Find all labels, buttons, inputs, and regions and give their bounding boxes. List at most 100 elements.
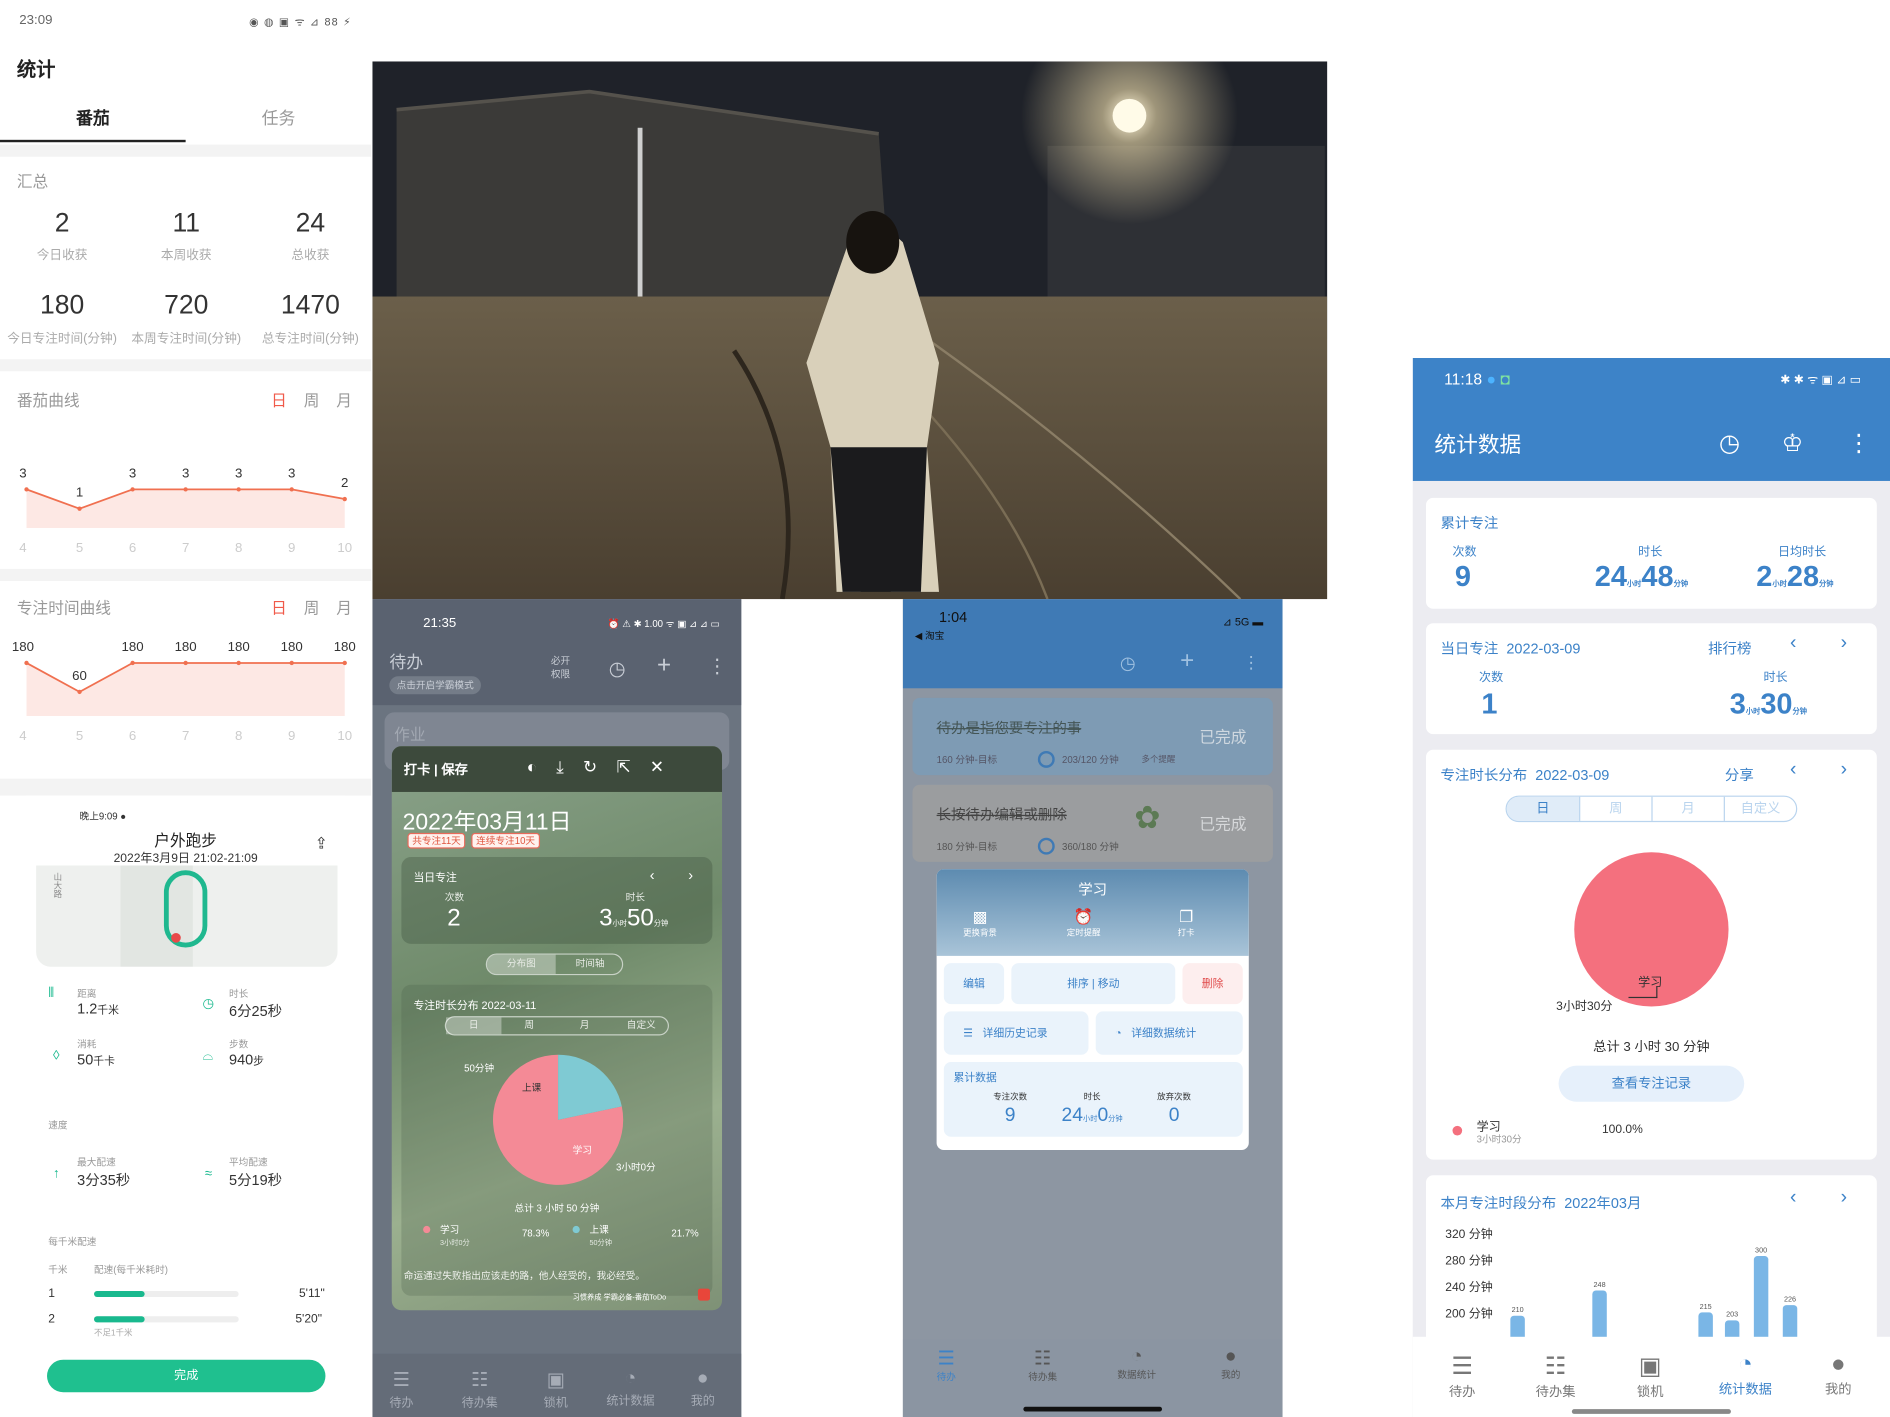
clock-icon[interactable]: ◷ <box>609 657 626 681</box>
prev-icon[interactable]: ‹ <box>1790 633 1796 655</box>
clock-icon[interactable]: ◷ <box>1719 428 1740 458</box>
change-bg-action[interactable]: ▩ 更换背景 <box>963 908 997 939</box>
study-mode-hint[interactable]: 点击开启学霸模式 <box>389 676 481 695</box>
user-icon: ● <box>696 1368 709 1389</box>
seg-timeline[interactable]: 时间轴 <box>556 955 625 974</box>
period-month[interactable]: 月 <box>557 1017 612 1034</box>
nav-todo[interactable]: ☰ 待办 <box>389 1368 413 1411</box>
prev-icon[interactable]: ‹ <box>1790 759 1796 781</box>
nav-todo-set[interactable]: ☷ 待办集 <box>462 1368 498 1411</box>
share-link[interactable]: 分享 <box>1725 764 1754 784</box>
accumulated-card: 累计数据 专注次数 时长 放弃次数 9 24小时0分钟 0 <box>943 1061 1243 1137</box>
badge-total-days: 共专注11天 <box>407 832 466 849</box>
acc-label: 时长 <box>1083 1093 1101 1102</box>
todo-item[interactable]: 长按待办编辑或删除 180 分钟-目标 360/180 分钟 ✿ 已完成 <box>912 784 1273 862</box>
download-icon[interactable]: ⤓ <box>556 757 583 776</box>
next-icon[interactable]: › <box>1841 1187 1847 1209</box>
period-custom[interactable]: 自定义 <box>612 1017 670 1034</box>
next-icon[interactable]: › <box>688 867 693 884</box>
clock-icon[interactable]: ◷ <box>1120 652 1136 673</box>
checkin-action[interactable]: ❐ 打卡 <box>1178 908 1195 939</box>
legend-percent: 78.3% <box>521 1228 550 1240</box>
nav-lock[interactable]: ▣ 锁机 <box>544 1368 568 1411</box>
nav-todo-set[interactable]: ☷ 待办集 <box>1028 1346 1057 1383</box>
field-label: 最大配速 <box>77 1157 116 1169</box>
next-icon[interactable]: › <box>1841 759 1847 781</box>
period-week[interactable]: 周 <box>1579 796 1651 821</box>
x-tick-label: 8 <box>235 540 242 555</box>
period-switch[interactable]: 日周月 <box>254 388 352 411</box>
nav-stats[interactable]: ◔ 统计数据 <box>1719 1351 1772 1398</box>
period-day[interactable]: 日 <box>271 599 287 617</box>
legend-percent: 21.7% <box>671 1228 699 1240</box>
period-month[interactable]: 月 <box>336 599 352 617</box>
pie-icon: ◔ <box>1114 1027 1122 1040</box>
status-time: 23:09 <box>19 13 53 28</box>
history-button[interactable]: ☰ 详细历史记录 <box>943 1011 1089 1055</box>
more-icon[interactable]: ⋮ <box>708 655 727 679</box>
nav-todo[interactable]: ☰ 待办 <box>937 1346 956 1383</box>
contrast-icon[interactable]: ◐ <box>527 757 556 776</box>
todo-progress: 203/120 分钟 <box>1061 754 1119 766</box>
timer-reminder-action[interactable]: ⏰ 定时提醒 <box>1067 908 1101 939</box>
period-tabs[interactable]: 日 周 月 自定义 <box>1505 795 1798 823</box>
pace-header: 千米 <box>48 1264 68 1276</box>
data-point <box>342 496 347 502</box>
period-day[interactable]: 日 <box>1506 796 1580 821</box>
permission-label[interactable]: 必开 权限 <box>551 655 570 682</box>
close-icon[interactable]: ✕ <box>650 757 683 776</box>
prev-icon[interactable]: ‹ <box>650 867 655 884</box>
tab-pomodoro[interactable]: 番茄 <box>0 106 186 130</box>
stat-label: 今日专注时间(分钟) <box>7 331 117 346</box>
period-week[interactable]: 周 <box>501 1017 556 1034</box>
period-day[interactable]: 日 <box>271 392 287 410</box>
tab-tasks[interactable]: 任务 <box>186 106 372 130</box>
period-switch[interactable]: 日周月 <box>254 595 352 618</box>
more-icon[interactable]: ⋮ <box>1847 428 1871 458</box>
pie-label: 3小时0分 <box>615 1162 656 1173</box>
next-icon[interactable]: › <box>1841 633 1847 655</box>
period-custom[interactable]: 自定义 <box>1723 796 1796 821</box>
view-switch[interactable]: 分布图 时间轴 <box>485 953 625 976</box>
bar-label: 300 <box>1755 1245 1767 1254</box>
back-link[interactable]: ◀ 淘宝 <box>915 629 944 642</box>
modal-toolbar[interactable]: ◐⤓↻⇱✕ <box>527 757 684 777</box>
stats-data-screen: 11:18 ● ◘ ✱ ✱ ᯤ ▣ ⊿ ▭ 统计数据 ◷ ♔ ⋮ 累计专注 次数… <box>1412 358 1890 1417</box>
share-icon[interactable]: ⇱ <box>616 757 649 776</box>
period-month[interactable]: 月 <box>1651 796 1723 821</box>
curve1-title: 番茄曲线 <box>16 391 80 410</box>
done-button[interactable]: 完成 <box>47 1359 326 1393</box>
duration-label: 时长 <box>1638 546 1663 560</box>
prev-icon[interactable]: ‹ <box>1790 1187 1796 1209</box>
todo-item[interactable]: 待办是指您要专注的事 160 分钟-目标 203/120 分钟 多个提醒 已完成 <box>912 697 1273 776</box>
delete-button[interactable]: 删除 <box>1182 963 1243 1005</box>
period-day[interactable]: 日 <box>445 1017 502 1035</box>
leaderboard-link[interactable]: 排行榜 <box>1708 638 1751 658</box>
edit-button[interactable]: 编辑 <box>943 963 1005 1005</box>
period-month[interactable]: 月 <box>336 392 352 410</box>
nav-me[interactable]: ● 我的 <box>1221 1346 1240 1381</box>
detail-stats-button[interactable]: ◔ 详细数据统计 <box>1095 1011 1243 1055</box>
nav-stats[interactable]: ◔ 数据统计 <box>1117 1346 1156 1381</box>
nav-lock[interactable]: ▣ 锁机 <box>1637 1351 1664 1400</box>
view-records-button[interactable]: 查看专注记录 <box>1558 1065 1745 1102</box>
nav-todo-set[interactable]: ☷ 待办集 <box>1536 1351 1576 1400</box>
period-week[interactable]: 周 <box>304 599 320 617</box>
trophy-icon[interactable]: ♔ <box>1782 428 1804 458</box>
nav-me[interactable]: ● 我的 <box>1825 1351 1852 1398</box>
quote-text: 命运通过失败指出应该走的路，他人经受的，我必经受。 <box>403 1270 645 1282</box>
more-icon[interactable]: ⋮ <box>1243 652 1260 672</box>
period-week[interactable]: 周 <box>304 392 320 410</box>
data-label: 180 <box>122 639 144 654</box>
todo-title: 待办 <box>389 652 424 672</box>
share-icon[interactable]: ⇪ <box>315 834 328 853</box>
seg-distribution[interactable]: 分布图 <box>486 954 556 974</box>
nav-me[interactable]: ● 我的 <box>691 1368 715 1408</box>
nav-stats[interactable]: ◔ 统计数据 <box>606 1368 654 1408</box>
nav-todo[interactable]: ☰ 待办 <box>1449 1351 1476 1400</box>
add-icon[interactable]: + <box>657 652 671 680</box>
refresh-icon[interactable]: ↻ <box>583 757 616 776</box>
period-tabs[interactable]: 日 周 月 自定义 <box>444 1016 670 1036</box>
add-icon[interactable]: + <box>1180 647 1194 675</box>
sort-move-button[interactable]: 排序 | 移动 <box>1011 963 1176 1005</box>
